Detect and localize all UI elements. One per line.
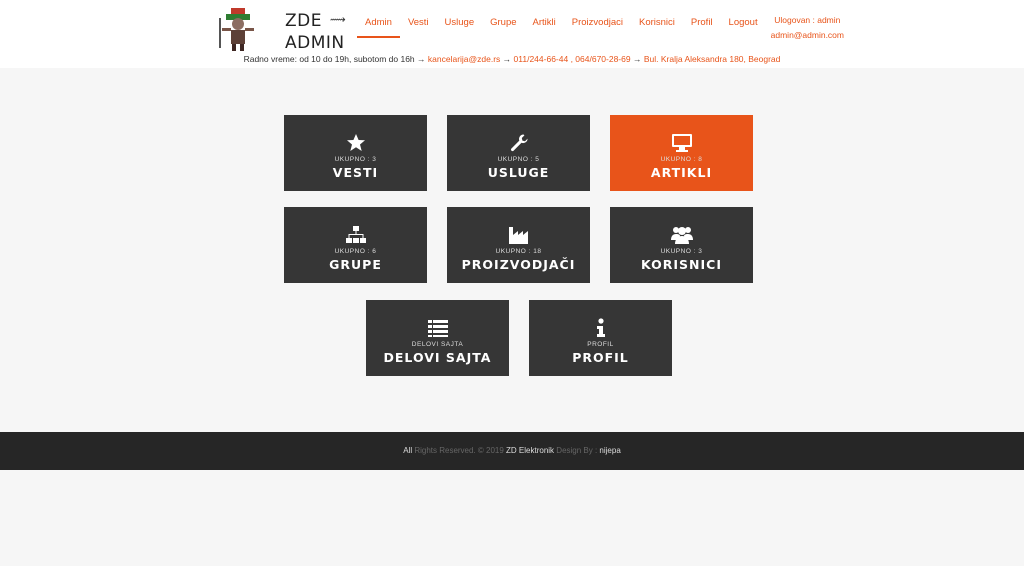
logo-icon[interactable] [216, 4, 260, 52]
wrench-icon [510, 134, 528, 152]
tile-title: KORISNICI [641, 257, 722, 272]
monitor-icon [671, 134, 692, 152]
nav-vesti[interactable]: Vesti [400, 17, 437, 39]
footer-company[interactable]: ZD Elektronik [506, 446, 554, 455]
separator-arrow-icon: → [630, 54, 644, 64]
info-icon [596, 318, 605, 337]
working-hours: Radno vreme: od 10 do 19h, subotom do 16… [243, 54, 415, 64]
footer: All Rights Reserved. © 2019 ZD Elektroni… [0, 432, 1024, 470]
footer-all: All [403, 446, 413, 455]
tile-caption: DELOVI SAJTA [411, 341, 464, 348]
tile-count: UKUPNO : 5 [497, 156, 540, 163]
tile-usluge[interactable]: UKUPNO : 5 USLUGE [447, 115, 590, 191]
tile-title: VESTI [332, 165, 379, 180]
tile-title: USLUGE [487, 165, 550, 180]
brand-line2: ADMIN [285, 33, 345, 53]
tile-title: PROIZVODJAČI [461, 257, 576, 272]
separator-arrow-icon: → [414, 54, 428, 64]
nav-grupe[interactable]: Grupe [482, 17, 524, 39]
footer-rights: Rights Reserved. © 2019 [412, 446, 507, 455]
tile-title: PROFIL [572, 350, 629, 365]
nav-logout[interactable]: Logout [721, 17, 766, 39]
nav-profil[interactable]: Profil [683, 17, 721, 39]
tile-count: UKUPNO : 18 [495, 248, 542, 255]
tile-title: DELOVI SAJTA [383, 350, 492, 365]
tile-count: UKUPNO : 3 [660, 248, 703, 255]
sitemap-icon [345, 226, 366, 243]
factory-icon [508, 227, 528, 244]
tile-profil[interactable]: PROFIL PROFIL [529, 300, 672, 376]
tile-caption: PROFIL [587, 341, 614, 348]
tile-delovi-sajta[interactable]: DELOVI SAJTA DELOVI SAJTA [366, 300, 509, 376]
tile-korisnici[interactable]: UKUPNO : 3 KORISNICI [610, 207, 753, 283]
tile-title: GRUPE [329, 257, 382, 272]
nav-proizvodjaci[interactable]: Proizvodjaci [564, 17, 631, 39]
tile-count: UKUPNO : 6 [334, 248, 377, 255]
tile-artikli[interactable]: UKUPNO : 8 ARTIKLI [610, 115, 753, 191]
main-nav: Admin Vesti Usluge Grupe Artikli Proizvo… [357, 17, 766, 39]
separator-arrow-icon: → [500, 54, 514, 64]
contact-phones[interactable]: 011/244-66-44 , 064/670-28-69 [514, 54, 631, 64]
tile-proizvodjaci[interactable]: UKUPNO : 18 PROIZVODJAČI [447, 207, 590, 283]
user-email[interactable]: admin@admin.com [771, 28, 844, 43]
tile-vesti[interactable]: UKUPNO : 3 VESTI [284, 115, 427, 191]
contact-email[interactable]: kancelarija@zde.rs [428, 54, 500, 64]
tile-title: ARTIKLI [650, 165, 713, 180]
nav-artikli[interactable]: Artikli [525, 17, 564, 39]
nav-korisnici[interactable]: Korisnici [631, 17, 683, 39]
user-info: Ulogovan : admin admin@admin.com [771, 13, 844, 43]
nav-usluge[interactable]: Usluge [437, 17, 483, 39]
footer-designer[interactable]: nijepa [599, 446, 620, 455]
users-icon [670, 227, 693, 244]
brand-arrow-icon: ⟿ [330, 13, 346, 26]
info-bar: Radno vreme: od 10 do 19h, subotom do 16… [0, 53, 1024, 65]
nav-admin[interactable]: Admin [357, 17, 400, 39]
star-icon [346, 134, 365, 151]
tile-grupe[interactable]: UKUPNO : 6 GRUPE [284, 207, 427, 283]
tile-count: UKUPNO : 8 [660, 156, 703, 163]
list-icon [427, 320, 448, 337]
logged-in-user[interactable]: Ulogovan : admin [771, 13, 844, 28]
header: ZDE ADMIN ⟿ Admin Vesti Usluge Grupe Art… [0, 0, 1024, 68]
contact-address: Bul. Kralja Aleksandra 180, Beograd [643, 54, 781, 64]
tile-count: UKUPNO : 3 [334, 156, 377, 163]
footer-design: Design By : [554, 446, 600, 455]
